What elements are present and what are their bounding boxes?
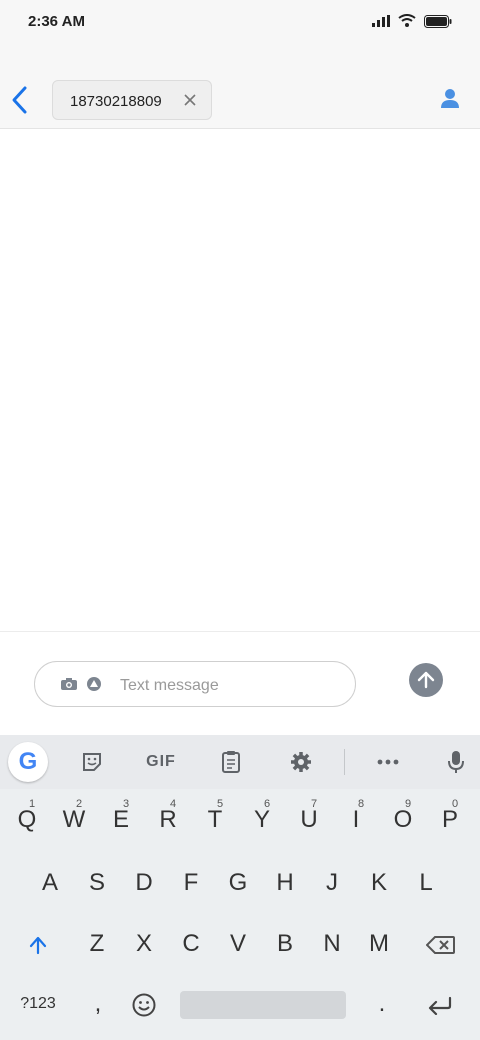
spacebar[interactable] [180, 991, 346, 1019]
key-label: E [112, 806, 129, 833]
key-label: I [352, 806, 360, 833]
battery-icon [424, 14, 452, 28]
signal-icon [372, 15, 390, 27]
key-b[interactable]: B [263, 918, 307, 970]
emoji-key[interactable] [122, 978, 166, 1030]
key-label: Y [253, 806, 270, 833]
key-hint: 1 [29, 798, 36, 810]
key-hint: 9 [405, 798, 412, 810]
key-o[interactable]: O9 [381, 794, 425, 846]
key-h[interactable]: H [263, 857, 307, 909]
key-s[interactable]: S [75, 857, 119, 909]
recipient-chip[interactable]: 18730218809 [52, 80, 212, 120]
wifi-icon [398, 14, 416, 27]
compose-field[interactable] [34, 661, 356, 707]
key-label: U [300, 806, 318, 833]
back-button[interactable] [8, 84, 32, 116]
key-hint: 4 [170, 798, 177, 810]
key-hint: 5 [217, 798, 224, 810]
key-p[interactable]: P0 [428, 794, 472, 846]
status-bar: 2:36 AM [0, 0, 480, 44]
key-g[interactable]: G [216, 857, 260, 909]
shift-key[interactable] [16, 918, 60, 970]
emoji-icon [132, 993, 156, 1017]
camera-icon[interactable] [61, 678, 77, 690]
settings-button[interactable] [289, 748, 313, 776]
status-time: 2:36 AM [28, 13, 85, 30]
key-hint: 8 [358, 798, 365, 810]
symbols-key[interactable]: ?123 [15, 978, 61, 1030]
voice-input-button[interactable] [446, 748, 466, 776]
person-icon [441, 89, 459, 108]
key-i[interactable]: I8 [334, 794, 378, 846]
key-m[interactable]: M [357, 918, 401, 970]
key-label: P [441, 806, 458, 833]
key-label: R [159, 806, 177, 833]
period-key[interactable]: . [360, 978, 404, 1030]
comma-key[interactable]: , [76, 978, 120, 1030]
key-label: O [393, 806, 413, 833]
message-list [0, 129, 480, 631]
key-label: T [207, 806, 223, 833]
shift-arrow-icon [29, 936, 47, 954]
key-d[interactable]: D [122, 857, 166, 909]
clipboard-icon [222, 751, 240, 773]
google-icon: G [18, 748, 38, 775]
key-e[interactable]: E3 [99, 794, 143, 846]
backspace-key[interactable] [419, 918, 463, 970]
arrow-up-icon [417, 671, 435, 689]
key-z[interactable]: Z [75, 918, 119, 970]
enter-icon [428, 996, 452, 1015]
message-input[interactable] [120, 675, 340, 697]
key-hint: 6 [264, 798, 271, 810]
back-arrow-icon [12, 86, 27, 114]
sticker-button[interactable] [78, 748, 106, 776]
key-k[interactable]: K [357, 857, 401, 909]
add-contact-button[interactable] [440, 88, 460, 110]
toolbar-divider [344, 749, 345, 775]
remove-recipient-icon[interactable] [183, 93, 197, 107]
enter-key[interactable] [418, 978, 462, 1030]
key-u[interactable]: U7 [287, 794, 331, 846]
clipboard-button[interactable] [219, 748, 243, 776]
more-dots-icon [377, 759, 399, 765]
keyboard: G GIF Q 1 W 2 E 3 R 4 T 5 Y 6 U 7 I 8 O … [0, 735, 480, 1040]
key-a[interactable]: A [28, 857, 72, 909]
recipient-number: 18730218809 [70, 93, 162, 110]
keyboard-toolbar: G GIF [0, 735, 480, 789]
key-hint: 0 [452, 798, 459, 810]
key-y[interactable]: Y6 [240, 794, 284, 846]
compose-bar [0, 631, 480, 736]
key-hint: 2 [76, 798, 83, 810]
key-label: W [62, 806, 86, 833]
send-button[interactable] [409, 663, 443, 697]
key-j[interactable]: J [310, 857, 354, 909]
key-t[interactable]: T5 [193, 794, 237, 846]
status-icons [372, 14, 452, 28]
key-q[interactable]: Q1 [5, 794, 49, 846]
key-x[interactable]: X [122, 918, 166, 970]
sticker-icon[interactable] [86, 677, 102, 691]
google-search-button[interactable]: G [8, 742, 48, 782]
key-label: Q [17, 806, 37, 833]
key-r[interactable]: R4 [146, 794, 190, 846]
key-hint: 3 [123, 798, 130, 810]
microphone-icon [448, 751, 464, 773]
gif-button[interactable]: GIF [144, 748, 178, 776]
conversation-header: 18730218809 [0, 44, 480, 129]
key-l[interactable]: L [404, 857, 448, 909]
key-v[interactable]: V [216, 918, 260, 970]
key-c[interactable]: C [169, 918, 213, 970]
more-button[interactable] [376, 748, 400, 776]
gif-label: GIF [146, 753, 176, 770]
backspace-icon [425, 935, 455, 954]
key-f[interactable]: F [169, 857, 213, 909]
key-n[interactable]: N [310, 918, 354, 970]
key-hint: 7 [311, 798, 318, 810]
sticker-face-icon [83, 753, 101, 771]
gear-icon [291, 752, 311, 772]
key-w[interactable]: W2 [52, 794, 96, 846]
